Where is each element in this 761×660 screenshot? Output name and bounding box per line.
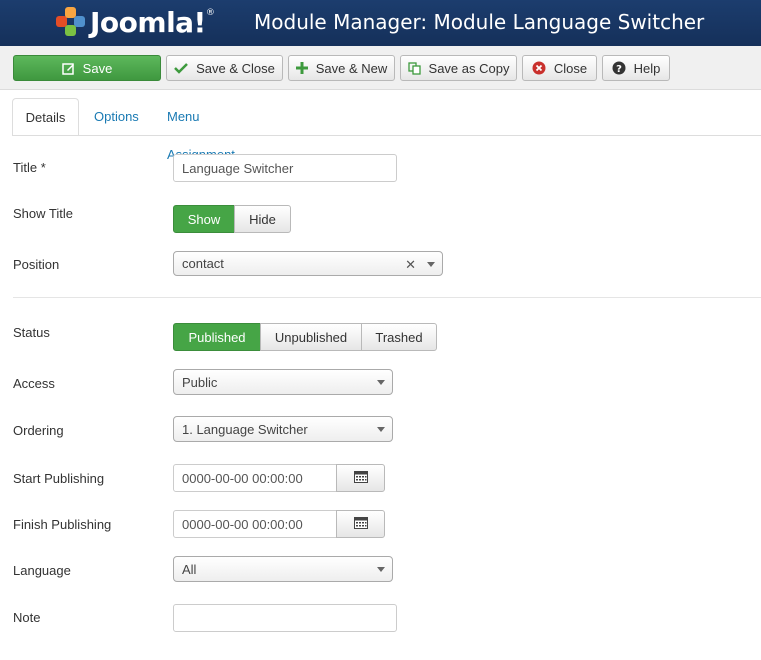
- save-button[interactable]: Save: [13, 55, 161, 81]
- access-label: Access: [13, 376, 55, 391]
- save-new-button[interactable]: Save & New: [288, 55, 395, 81]
- tab-divider: [12, 135, 761, 136]
- chevron-down-icon: [377, 427, 385, 432]
- show-title-label: Show Title: [13, 206, 73, 221]
- note-label: Note: [13, 610, 41, 625]
- position-label: Position: [13, 257, 60, 272]
- save-close-button[interactable]: Save & Close: [166, 55, 283, 81]
- title-label: Title *: [13, 160, 46, 175]
- access-select[interactable]: Public: [173, 369, 393, 395]
- finish-publishing-label: Finish Publishing: [13, 517, 112, 532]
- position-select[interactable]: contact ✕: [173, 251, 443, 276]
- chevron-down-icon: [377, 567, 385, 572]
- app-header: Joomla!® Module Manager: Module Language…: [0, 0, 761, 46]
- language-select[interactable]: All: [173, 556, 393, 582]
- toolbar: Save Save & Close Save & New Save as Cop…: [0, 46, 761, 90]
- edit-icon: [61, 62, 75, 75]
- page-title: Module Manager: Module Language Switcher: [254, 10, 705, 34]
- status-label: Status: [13, 325, 50, 340]
- published-button[interactable]: Published: [173, 323, 261, 351]
- help-button[interactable]: ? Help: [602, 55, 670, 81]
- finish-publishing-value: 0000-00-00 00:00:00: [182, 516, 303, 532]
- logo-text: Joomla!®: [90, 5, 215, 39]
- tab-details[interactable]: Details: [12, 98, 79, 136]
- tab-menu-assignment[interactable]: Menu Assignment: [167, 98, 235, 162]
- check-icon: [174, 62, 188, 74]
- unpublished-button[interactable]: Unpublished: [260, 323, 362, 351]
- start-publishing-input[interactable]: 0000-00-00 00:00:00: [173, 464, 337, 492]
- clear-icon[interactable]: ✕: [405, 257, 416, 273]
- save-as-copy-button[interactable]: Save as Copy: [400, 55, 517, 81]
- language-label: Language: [13, 563, 71, 578]
- close-button[interactable]: Close: [522, 55, 597, 81]
- calendar-icon: [353, 470, 368, 486]
- svg-text:?: ?: [616, 64, 622, 75]
- finish-publishing-calendar-button[interactable]: [336, 510, 385, 538]
- note-input[interactable]: [173, 604, 397, 632]
- show-button[interactable]: Show: [173, 205, 235, 233]
- chevron-down-icon: [427, 262, 435, 267]
- tab-options[interactable]: Options: [94, 98, 139, 136]
- question-icon: ?: [612, 61, 626, 75]
- position-value: contact: [182, 256, 224, 271]
- language-value: All: [182, 561, 197, 577]
- trashed-button[interactable]: Trashed: [361, 323, 437, 351]
- title-input[interactable]: Language Switcher: [173, 154, 397, 182]
- close-circle-icon: [532, 61, 546, 75]
- ordering-label: Ordering: [13, 423, 64, 438]
- status-toggle: Published Unpublished Trashed: [173, 323, 437, 351]
- joomla-logo-icon: [56, 7, 86, 37]
- chevron-down-icon: [377, 380, 385, 385]
- finish-publishing-input[interactable]: 0000-00-00 00:00:00: [173, 510, 337, 538]
- ordering-select[interactable]: 1. Language Switcher: [173, 416, 393, 442]
- start-publishing-calendar-button[interactable]: [336, 464, 385, 492]
- joomla-logo[interactable]: Joomla!®: [56, 5, 215, 39]
- copy-icon: [407, 61, 421, 75]
- plus-icon: [295, 62, 308, 74]
- hide-button[interactable]: Hide: [234, 205, 291, 233]
- calendar-icon: [353, 516, 368, 532]
- start-publishing-value: 0000-00-00 00:00:00: [182, 470, 303, 486]
- access-value: Public: [182, 374, 218, 390]
- show-title-toggle: Show Hide: [173, 205, 291, 233]
- title-input-value: Language Switcher: [182, 160, 294, 176]
- ordering-value: 1. Language Switcher: [182, 421, 308, 437]
- section-divider: [13, 297, 761, 298]
- start-publishing-label: Start Publishing: [13, 471, 105, 486]
